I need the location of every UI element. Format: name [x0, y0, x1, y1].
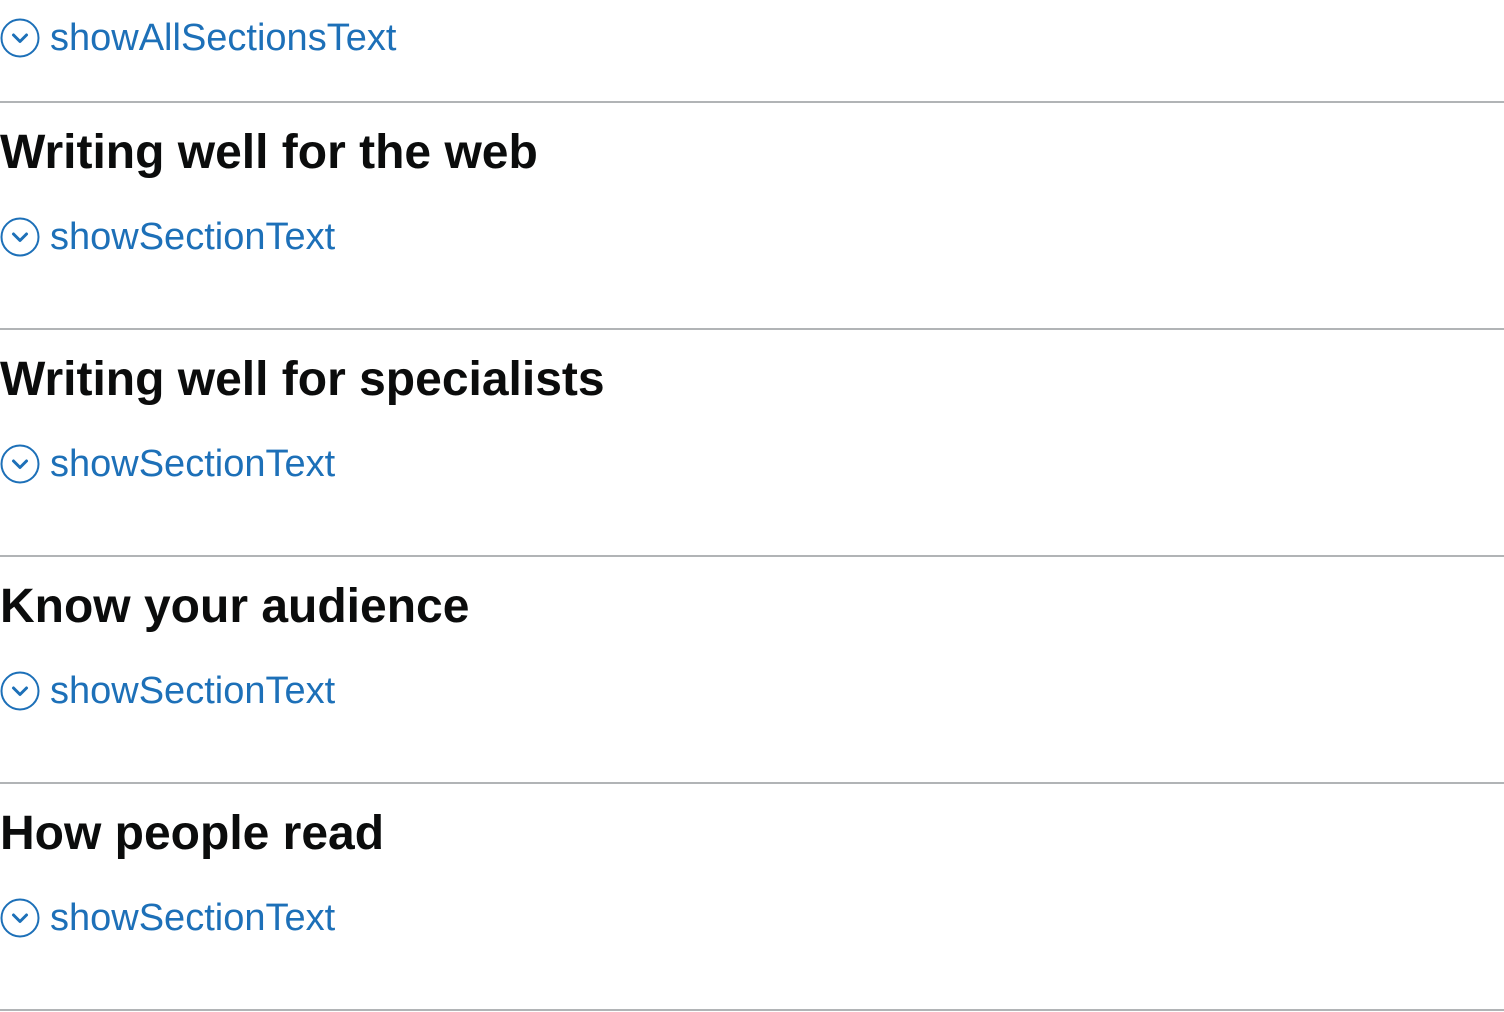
section-heading: Know your audience	[0, 580, 470, 633]
show-section-button[interactable]: showSectionText	[0, 217, 335, 257]
accordion-controls: showAllSectionsText	[0, 0, 1504, 103]
show-section-button[interactable]: showSectionText	[0, 898, 335, 938]
chevron-down-icon	[0, 18, 40, 58]
show-all-sections-label: showAllSectionsText	[50, 17, 397, 59]
show-section-label: showSectionText	[50, 216, 336, 258]
accordion-section: Know your audience showSectionText	[0, 557, 1504, 784]
show-section-button[interactable]: showSectionText	[0, 671, 335, 711]
chevron-down-icon	[0, 671, 40, 711]
chevron-down-icon	[0, 217, 40, 257]
show-section-button[interactable]: showSectionText	[0, 444, 335, 484]
accordion: showAllSectionsText Writing well for the…	[0, 0, 1504, 1011]
accordion-section: How people read showSectionText	[0, 784, 1504, 1011]
section-heading: How people read	[0, 807, 385, 860]
chevron-down-icon	[0, 444, 40, 484]
show-section-label: showSectionText	[50, 443, 336, 485]
section-heading: Writing well for the web	[0, 126, 538, 179]
show-section-label: showSectionText	[50, 670, 336, 712]
section-heading: Writing well for specialists	[0, 353, 605, 406]
show-section-label: showSectionText	[50, 897, 336, 939]
chevron-down-icon	[0, 898, 40, 938]
accordion-section: Writing well for the web showSectionText	[0, 103, 1504, 330]
show-all-sections-button[interactable]: showAllSectionsText	[0, 18, 396, 58]
accordion-section: Writing well for specialists showSection…	[0, 330, 1504, 557]
